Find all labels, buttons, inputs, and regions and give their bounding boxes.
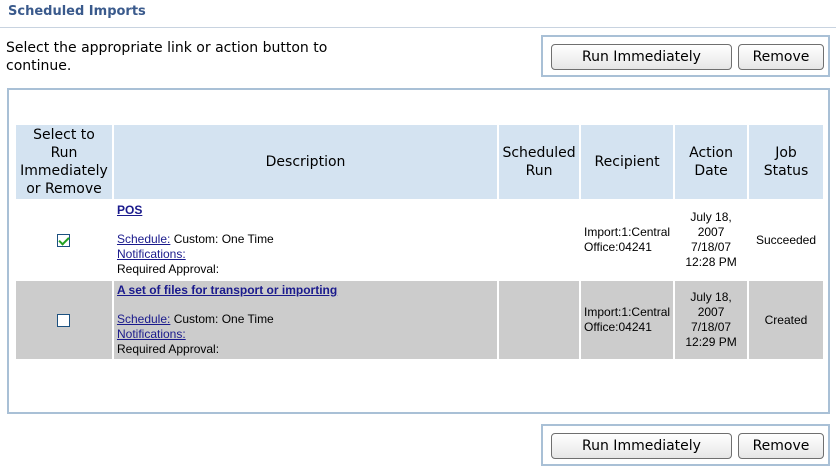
select-checkbox-checked-icon[interactable]: [57, 233, 71, 247]
run-immediately-button-bottom[interactable]: Run Immediately: [551, 433, 732, 459]
scheduled-run-cell: [499, 201, 580, 279]
select-checkbox-unchecked-icon[interactable]: [57, 313, 71, 327]
page-title: Scheduled Imports: [8, 4, 146, 19]
scheduled-imports-table: Select to Run Immediately or Remove Desc…: [14, 123, 825, 361]
top-action-panel: Run Immediately Remove: [541, 35, 830, 77]
scheduled-run-cell: [499, 281, 580, 359]
select-cell: [16, 201, 112, 279]
header-recipient: Recipient: [581, 125, 674, 199]
schedule-link[interactable]: Schedule:: [117, 232, 170, 246]
run-immediately-button-top[interactable]: Run Immediately: [551, 44, 732, 70]
job-title-link[interactable]: POS: [117, 203, 494, 218]
action-date-long: July 18, 2007: [690, 210, 732, 239]
table-row: POS Schedule: Custom: One Time Notificat…: [16, 201, 823, 279]
header-job-status: Job Status: [749, 125, 823, 199]
remove-button-top[interactable]: Remove: [738, 44, 824, 70]
schedule-value: Custom: One Time: [173, 232, 274, 246]
job-status-cell: Created: [749, 281, 823, 359]
instructions-text: Select the appropriate link or action bu…: [6, 40, 328, 74]
schedule-value: Custom: One Time: [173, 312, 274, 326]
header-select: Select to Run Immediately or Remove: [16, 125, 112, 199]
action-time: 12:28 PM: [685, 255, 737, 269]
jobs-table-panel: Select to Run Immediately or Remove Desc…: [7, 88, 830, 414]
header-scheduled-run: Scheduled Run: [499, 125, 580, 199]
action-date-long: July 18, 2007: [690, 290, 732, 319]
schedule-link[interactable]: Schedule:: [117, 312, 170, 326]
required-approval: Required Approval:: [116, 262, 220, 276]
bottom-action-panel: Run Immediately Remove: [541, 424, 830, 466]
action-date-short: 7/18/07: [691, 240, 732, 254]
description-cell: A set of files for transport or importin…: [113, 281, 498, 359]
required-approval: Required Approval:: [116, 342, 220, 356]
action-date-cell: July 18, 2007 7/18/07 12:28 PM: [675, 201, 747, 279]
remove-button-bottom[interactable]: Remove: [738, 433, 824, 459]
action-date-short: 7/18/07: [691, 320, 732, 334]
notifications-link[interactable]: Notifications:: [117, 247, 186, 261]
title-divider: [0, 27, 836, 28]
job-status-cell: Succeeded: [749, 201, 823, 279]
job-title-link[interactable]: A set of files for transport or importin…: [117, 283, 494, 298]
action-time: 12:29 PM: [685, 335, 737, 349]
table-header-row: Select to Run Immediately or Remove Desc…: [16, 125, 823, 199]
action-date-cell: July 18, 2007 7/18/07 12:29 PM: [675, 281, 747, 359]
header-action-date: Action Date: [675, 125, 747, 199]
table-row: A set of files for transport or importin…: [16, 281, 823, 359]
description-cell: POS Schedule: Custom: One Time Notificat…: [113, 201, 498, 279]
notifications-link[interactable]: Notifications:: [117, 327, 186, 341]
recipient-cell: Import:1:Central Office:04241: [581, 281, 674, 359]
recipient-cell: Import:1:Central Office:04241: [581, 201, 674, 279]
select-cell: [16, 281, 112, 359]
header-description: Description: [113, 125, 498, 199]
